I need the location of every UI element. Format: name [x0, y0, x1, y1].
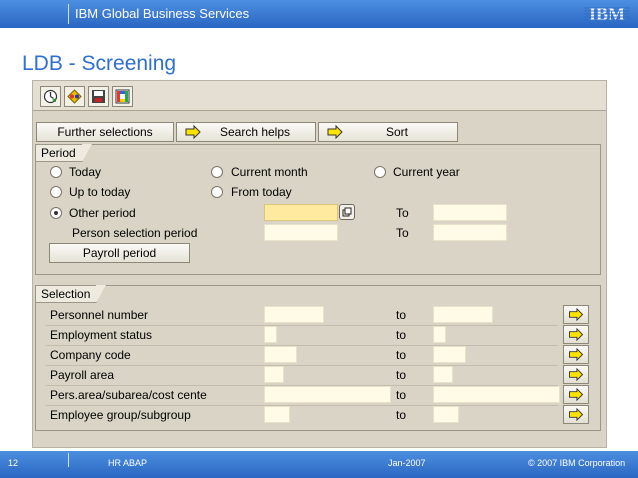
payroll-area-from-field[interactable]	[264, 366, 284, 383]
pers-area-to-label: to	[396, 388, 407, 402]
person-selection-from-field[interactable]	[264, 224, 338, 241]
radio-today[interactable]	[50, 166, 62, 178]
arrow-right-icon	[569, 388, 584, 401]
selection-group: Selection Personnel number to Employment…	[35, 285, 601, 431]
further-selections-label: Further selections	[57, 125, 153, 139]
up-to-today-label: Up to today	[69, 185, 131, 199]
multiple-selection-button[interactable]	[563, 405, 589, 424]
employment-status-label: Employment status	[50, 328, 153, 342]
arrow-right-icon	[569, 368, 584, 381]
multiple-selection-button[interactable]	[563, 345, 589, 364]
variant-icon[interactable]	[64, 86, 85, 107]
other-period-to-field[interactable]	[433, 204, 507, 221]
application-toolbar	[33, 81, 606, 111]
arrow-right-icon	[185, 125, 201, 139]
multiple-selection-button[interactable]	[563, 325, 589, 344]
person-selection-period-label: Person selection period	[72, 226, 198, 240]
other-period-to-label: To	[396, 206, 409, 220]
slide-title: LDB - Screening	[22, 52, 177, 75]
personnel-number-to-field[interactable]	[433, 306, 493, 323]
employment-status-to-field[interactable]	[433, 326, 446, 343]
employment-status-from-field[interactable]	[264, 326, 277, 343]
company-title: IBM Global Business Services	[75, 6, 250, 21]
footer-divider	[68, 453, 69, 467]
radio-other-period[interactable]	[50, 207, 62, 219]
person-selection-to-label: To	[396, 226, 409, 240]
pers-area-label: Pers.area/subarea/cost cente	[50, 388, 207, 402]
ibm-logo: IBM	[584, 4, 630, 24]
row-divider	[46, 345, 558, 346]
arrow-right-icon	[569, 348, 584, 361]
selection-group-label: Selection	[36, 285, 107, 303]
arrow-right-icon	[569, 408, 584, 421]
radio-up-to-today[interactable]	[50, 186, 62, 198]
sort-label: Sort	[385, 125, 408, 139]
radio-from-today[interactable]	[211, 186, 223, 198]
arrow-right-icon	[569, 308, 584, 321]
employee-group-to-field[interactable]	[433, 406, 459, 423]
course-name: HR ABAP	[108, 458, 148, 468]
radio-current-month[interactable]	[211, 166, 223, 178]
selection-options-icon[interactable]	[112, 86, 133, 107]
employee-group-to-label: to	[396, 408, 407, 422]
multiple-selection-button[interactable]	[563, 385, 589, 404]
row-divider	[46, 405, 558, 406]
row-divider	[46, 365, 558, 366]
search-helps-button[interactable]: Search helps	[176, 122, 316, 142]
execute-icon[interactable]	[40, 86, 61, 107]
personnel-number-from-field[interactable]	[264, 306, 324, 323]
multiple-selection-button[interactable]	[563, 305, 589, 324]
period-group-label: Period	[36, 144, 92, 162]
further-selections-button[interactable]: Further selections	[36, 122, 174, 142]
row-divider	[46, 325, 558, 326]
payroll-area-to-field[interactable]	[433, 366, 453, 383]
other-period-label: Other period	[69, 206, 136, 220]
multiple-selection-button[interactable]	[563, 365, 589, 384]
copyright: © 2007 IBM Corporation	[528, 458, 626, 468]
person-selection-to-field[interactable]	[433, 224, 507, 241]
other-period-from-field[interactable]	[264, 204, 338, 221]
arrow-right-icon	[569, 328, 584, 341]
company-code-to-field[interactable]	[433, 346, 466, 363]
footer-date: Jan-2007	[388, 458, 426, 468]
sort-button[interactable]: Sort	[318, 122, 458, 142]
current-month-label: Current month	[231, 165, 308, 179]
radio-current-year[interactable]	[374, 166, 386, 178]
pers-area-to-field[interactable]	[433, 386, 560, 403]
personnel-number-to-label: to	[396, 308, 407, 322]
slide-footer: 12 HR ABAP Jan-2007 © 2007 IBM Corporati…	[0, 451, 638, 478]
today-label: Today	[69, 165, 102, 179]
pers-area-from-field[interactable]	[264, 386, 391, 403]
company-code-to-label: to	[396, 348, 407, 362]
payroll-area-label: Payroll area	[50, 368, 115, 382]
arrow-right-icon	[327, 125, 343, 139]
payroll-area-to-label: to	[396, 368, 407, 382]
company-code-from-field[interactable]	[264, 346, 297, 363]
slide-header: IBM Global Business Services IBM	[0, 0, 638, 28]
period-group: Period Today Current month Current year …	[35, 144, 601, 275]
payroll-period-button[interactable]: Payroll period	[49, 243, 190, 263]
employee-group-label: Employee group/subgroup	[50, 408, 191, 422]
personnel-number-label: Personnel number	[50, 308, 149, 322]
page-number: 12	[8, 458, 19, 468]
sap-selection-screen: Further selections Search helps Sort Per…	[32, 80, 607, 448]
save-icon[interactable]	[88, 86, 109, 107]
current-year-label: Current year	[393, 165, 460, 179]
payroll-period-label: Payroll period	[82, 246, 157, 260]
header-divider	[68, 4, 69, 24]
search-helps-label: Search helps	[219, 125, 291, 139]
from-today-label: From today	[231, 185, 292, 199]
employment-status-to-label: to	[396, 328, 407, 342]
company-code-label: Company code	[50, 348, 131, 362]
possible-entries-icon[interactable]	[339, 204, 355, 220]
employee-group-from-field[interactable]	[264, 406, 290, 423]
